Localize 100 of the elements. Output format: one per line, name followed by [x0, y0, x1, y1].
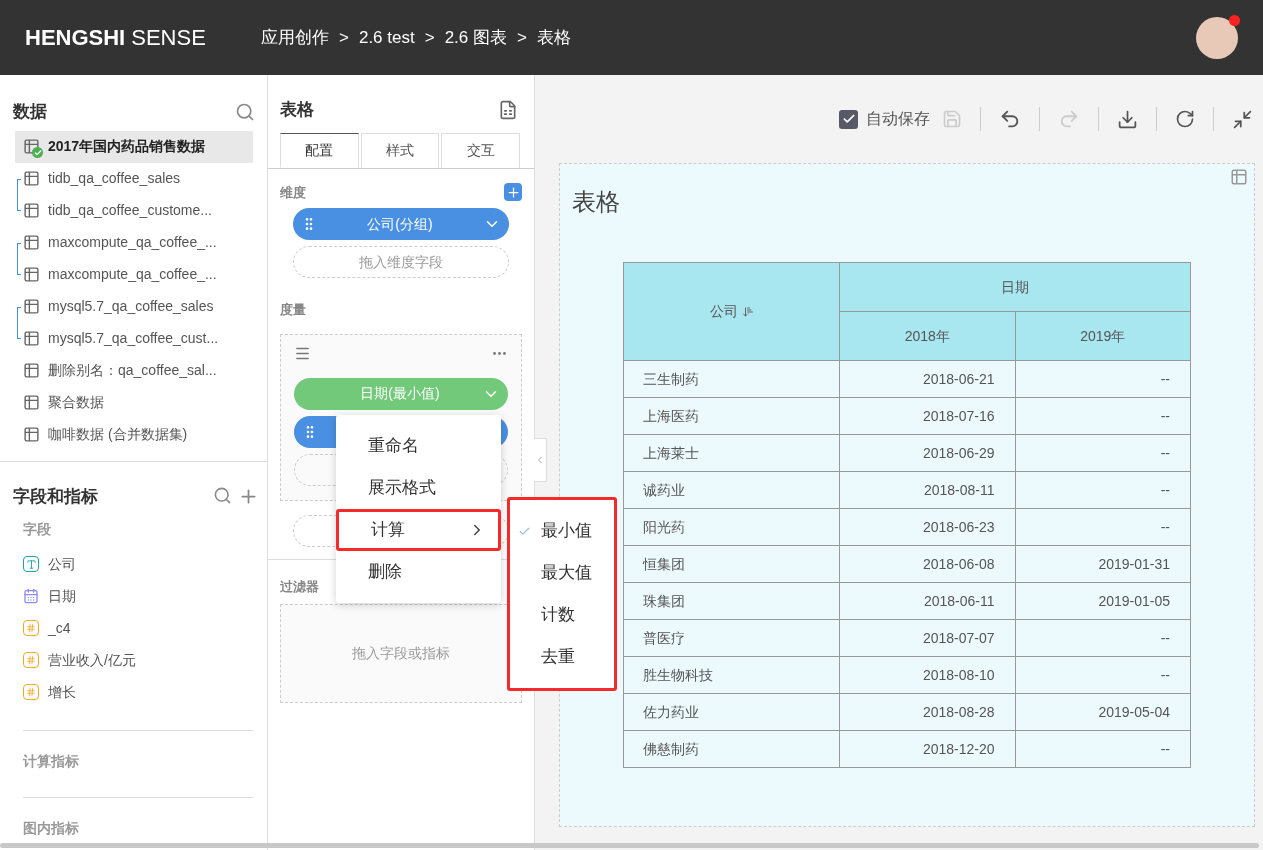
table-cell: 上海医药 [623, 397, 840, 435]
breadcrumb-link[interactable]: 应用创作 [261, 24, 329, 51]
section-label: 图内指标 [23, 820, 79, 836]
tab[interactable]: 交互 [441, 132, 520, 168]
menu-item[interactable]: 删除 [336, 551, 501, 593]
table-icon [23, 330, 40, 347]
section-label: 字段 [23, 520, 52, 539]
breadcrumb-separator: > [424, 26, 435, 49]
table-cell: 三生制药 [623, 360, 840, 398]
shrink-icon[interactable] [1232, 108, 1253, 130]
table-cell: -- [1015, 471, 1191, 509]
menu-item[interactable]: 展示格式 [336, 467, 501, 509]
breadcrumb-separator: > [517, 26, 527, 49]
refresh-icon[interactable] [1175, 109, 1195, 129]
table-icon [23, 266, 40, 283]
dataset-item[interactable]: mysql5.7_qa_coffee_cust... [15, 322, 253, 355]
table-cell: 2018-06-29 [839, 434, 1015, 472]
table-icon [23, 394, 40, 411]
table-cell: 恒集团 [623, 545, 840, 583]
search-icon[interactable] [213, 485, 232, 505]
calendar-icon [23, 588, 39, 604]
table-cell: 珠集团 [623, 582, 840, 620]
chart-title: 表格 [572, 187, 620, 217]
dataset-name: mysql5.7_qa_coffee_cust... [48, 329, 219, 348]
table-cell: -- [1015, 656, 1191, 694]
column-header: 2018年 [839, 311, 1015, 361]
table-cell: -- [1015, 434, 1191, 472]
dataset-name: tidb_qa_coffee_custome... [48, 201, 212, 220]
breadcrumb-link[interactable]: 2.6 图表 [444, 24, 507, 51]
autosave-checkbox[interactable] [839, 109, 858, 129]
table-cell: -- [1015, 730, 1191, 768]
tab[interactable]: 样式 [360, 132, 440, 168]
field-item[interactable]: 公司 [23, 548, 253, 580]
dataset-name: 咖啡数据 (合并数据集) [48, 425, 188, 444]
dataset-name: 删除别名：qa_coffee_sal... [48, 361, 217, 380]
dataset-item[interactable]: 咖啡数据 (合并数据集) [15, 418, 253, 451]
check-icon [841, 112, 856, 126]
section-label: 过滤器 [280, 578, 319, 594]
spreadsheet-export-icon[interactable] [498, 99, 518, 120]
field-item[interactable]: 日期 [23, 580, 253, 612]
number-type-icon [23, 620, 39, 636]
section-label: 维度 [280, 183, 306, 202]
panel-title: 数据 [13, 101, 47, 123]
table-icon [23, 234, 40, 251]
number-type-icon [23, 684, 39, 700]
field-item[interactable]: 增长 [23, 676, 253, 708]
autosave-label: 自动保存 [866, 109, 930, 129]
section-label: 计算指标 [23, 753, 79, 769]
add-button[interactable] [504, 183, 522, 202]
dataset-item[interactable]: mysql5.7_qa_coffee_sales [15, 290, 253, 323]
number-type-icon [23, 652, 39, 668]
breadcrumb-link[interactable]: 表格 [536, 24, 571, 51]
table-cell: 2018-06-21 [839, 360, 1015, 398]
submenu-item[interactable]: 最大值 [510, 552, 614, 594]
search-icon[interactable] [235, 101, 255, 122]
table-cell: 2018-06-23 [839, 508, 1015, 546]
dataset-item[interactable]: maxcompute_qa_coffee_... [15, 226, 253, 259]
table-cell: 2018-08-11 [839, 471, 1015, 509]
table-cell: 2019-05-04 [1015, 693, 1191, 731]
dataset-item[interactable]: 聚合数据 [15, 386, 253, 419]
submenu-item[interactable]: 最小值 [510, 510, 614, 552]
table-cell: 2018-06-08 [839, 545, 1015, 583]
field-item[interactable]: _c4 [23, 612, 253, 644]
field-item[interactable]: 营业收入/亿元 [23, 644, 253, 676]
table-cell: 佛慈制药 [623, 730, 840, 768]
table-icon [23, 138, 40, 155]
dataset-item[interactable]: maxcompute_qa_coffee_... [15, 258, 253, 291]
scrollbar[interactable] [0, 843, 1259, 848]
table-cell: 2018-07-07 [839, 619, 1015, 657]
table-cell: 佐力药业 [623, 693, 840, 731]
collapse-handle[interactable] [534, 438, 547, 482]
table-icon [23, 170, 40, 187]
breadcrumb-separator: > [339, 26, 349, 49]
table-icon [23, 298, 40, 315]
dataset-name: tidb_qa_coffee_sales [48, 169, 181, 188]
dataset-item[interactable]: tidb_qa_coffee_custome... [15, 194, 253, 227]
dataset-item[interactable]: 删除别名：qa_coffee_sal... [15, 354, 253, 387]
menu-item[interactable]: 计算 [336, 509, 501, 551]
table-cell: 2018-08-28 [839, 693, 1015, 731]
menu-item[interactable]: 重命名 [336, 425, 501, 467]
table-cell: -- [1015, 360, 1191, 398]
table-cell: 2019-01-05 [1015, 582, 1191, 620]
sort-icon[interactable] [741, 305, 754, 318]
avatar[interactable] [1196, 16, 1238, 59]
breadcrumb-link[interactable]: 2.6 test [358, 24, 415, 51]
download-icon[interactable] [1117, 108, 1138, 130]
table-cell: 2018-07-16 [839, 397, 1015, 435]
table-cell: 2018-08-10 [839, 656, 1015, 694]
dataset-name: maxcompute_qa_coffee_... [48, 233, 217, 252]
column-header[interactable]: 公司 [623, 262, 840, 361]
table-cell: 上海莱士 [623, 434, 840, 472]
dataset-item[interactable]: 2017年国内药品销售数据 [15, 130, 253, 163]
tab[interactable]: 配置 [280, 132, 359, 168]
table-icon[interactable] [1230, 168, 1248, 186]
table-cell: 胜生物科技 [623, 656, 840, 694]
undo-icon[interactable] [999, 108, 1021, 130]
table-cell: 阳光药 [623, 508, 840, 546]
logo: HENGSHI SENSE [25, 24, 207, 52]
table-cell: 2019-01-31 [1015, 545, 1191, 583]
dataset-item[interactable]: tidb_qa_coffee_sales [15, 162, 253, 195]
